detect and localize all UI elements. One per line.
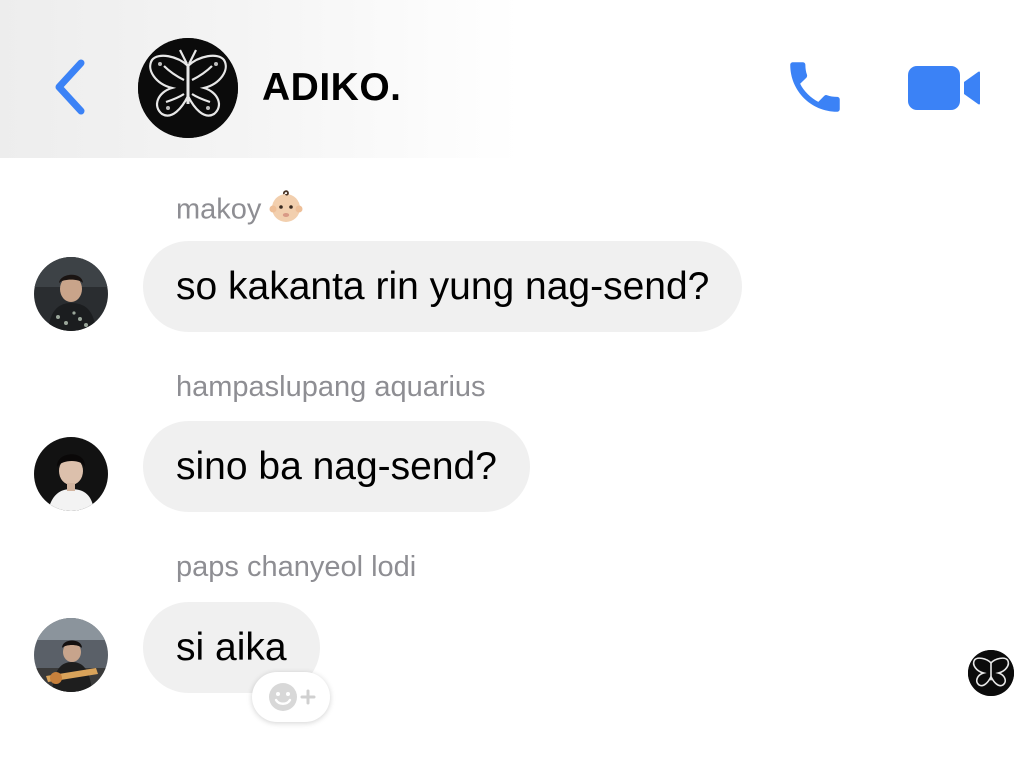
butterfly-icon <box>138 38 238 138</box>
conversation-title[interactable]: ADIKO. <box>262 66 402 110</box>
baby-face-emoji <box>269 190 303 232</box>
butterfly-icon <box>968 650 1014 696</box>
phone-icon <box>790 62 840 112</box>
sender-name: hampaslupang aquarius <box>176 371 486 403</box>
add-reaction-icon <box>269 683 316 711</box>
read-receipt-avatar <box>968 650 1014 696</box>
chat-screen: ADIKO. makoy so kakanta rin yung nag-sen… <box>0 0 1024 778</box>
message-bubble[interactable]: so kakanta rin yung nag-send? <box>143 241 743 332</box>
group-avatar[interactable] <box>138 38 238 138</box>
chevron-left-icon <box>55 59 85 115</box>
voice-call-button[interactable] <box>780 52 850 122</box>
avatar-hampaslupang-aquarius[interactable] <box>34 437 108 511</box>
avatar-makoy[interactable] <box>34 257 108 331</box>
chat-header: ADIKO. <box>0 0 1024 158</box>
avatar-paps-chanyeol-lodi[interactable] <box>34 618 108 692</box>
message-bubble[interactable]: sino ba nag-send? <box>143 421 530 512</box>
video-call-button[interactable] <box>904 58 984 118</box>
sender-name: makoy <box>176 190 303 232</box>
video-camera-icon <box>908 66 980 110</box>
back-button[interactable] <box>44 52 94 122</box>
add-reaction-button[interactable] <box>252 672 330 722</box>
sender-name: paps chanyeol lodi <box>176 551 417 583</box>
sender-name-text: makoy <box>176 193 262 226</box>
